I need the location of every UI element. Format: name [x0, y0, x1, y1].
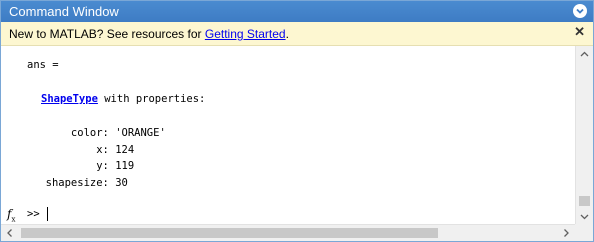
chevron-up-icon[interactable] [576, 46, 593, 62]
window-title: Command Window [9, 4, 119, 19]
property-value: 'ORANGE' [115, 127, 166, 139]
text-caret [47, 207, 48, 221]
property-value: 124 [115, 144, 135, 156]
property-value: 30 [115, 177, 128, 189]
command-output: ans = ShapeType with properties: color: … [1, 46, 575, 225]
property-label: y: [33, 160, 116, 172]
command-input[interactable] [45, 206, 567, 222]
horizontal-scrollbar[interactable] [1, 224, 575, 241]
scrollbar-corner [575, 224, 593, 241]
command-prompt: >> [27, 208, 40, 220]
property-row: color: 'ORANGE' [33, 126, 166, 140]
vertical-scrollbar[interactable] [575, 46, 593, 225]
function-browser-icon[interactable]: fx [7, 207, 15, 223]
info-message-suffix: . [285, 27, 289, 41]
property-value: 119 [115, 160, 135, 172]
chevron-right-icon[interactable] [557, 225, 575, 241]
close-icon[interactable]: ✕ [574, 25, 585, 39]
info-message: New to MATLAB? See resources for Getting… [9, 27, 289, 41]
property-row: y: 119 [33, 159, 134, 173]
property-label: shapesize: [33, 177, 116, 189]
vertical-scroll-thumb[interactable] [579, 196, 590, 206]
info-bar: New to MATLAB? See resources for Getting… [1, 22, 593, 46]
getting-started-link[interactable]: Getting Started [205, 27, 286, 41]
class-name-link[interactable]: ShapeType [41, 93, 98, 105]
ans-line: ans = [27, 59, 59, 71]
class-header-suffix: with properties: [97, 93, 206, 105]
info-message-prefix: New to MATLAB? See resources for [9, 27, 205, 41]
chevron-left-icon[interactable] [1, 225, 19, 241]
chevron-down-circle-icon[interactable] [573, 4, 587, 18]
command-window: Command Window New to MATLAB? See resour… [0, 0, 594, 242]
chevron-down-icon[interactable] [576, 209, 593, 225]
property-label: x: [33, 144, 116, 156]
command-line: fx >> [1, 206, 575, 224]
property-row: x: 124 [33, 143, 134, 157]
property-label: color: [33, 127, 116, 139]
horizontal-scroll-thumb[interactable] [21, 228, 438, 238]
property-row: shapesize: 30 [33, 176, 128, 190]
class-header: ShapeType with properties: [41, 92, 205, 106]
title-bar: Command Window [1, 1, 593, 22]
